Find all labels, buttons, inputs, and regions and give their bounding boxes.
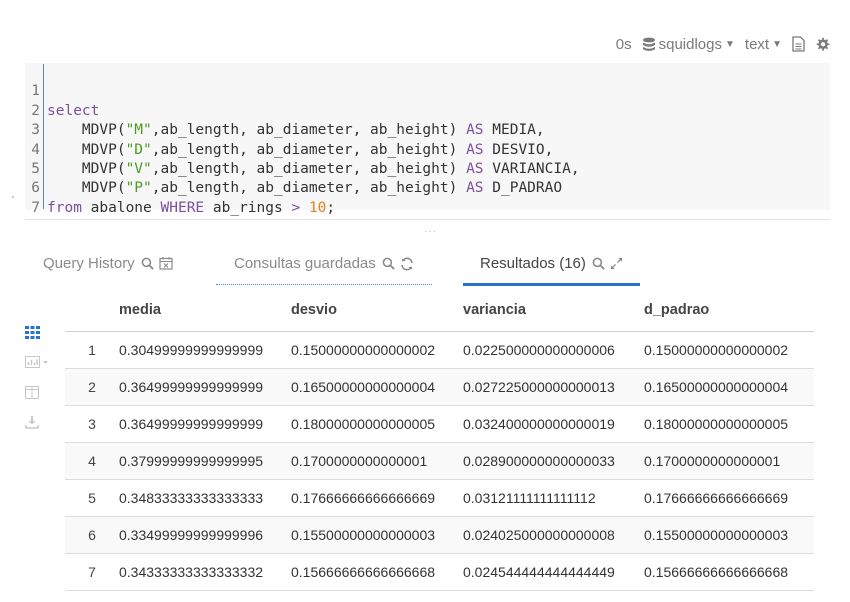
columns-icon (25, 385, 39, 399)
table-cell[interactable]: 0.18000000000000005 (291, 405, 463, 443)
row-number: 5 (65, 479, 119, 517)
table-cell[interactable]: 0.34333333333333332 (119, 553, 291, 591)
table-cell[interactable]: 0.18000000000000005 (644, 405, 814, 443)
search-icon[interactable] (141, 257, 154, 270)
chevron-down-icon: ▼ (725, 38, 735, 50)
row-number-header (65, 289, 119, 332)
table-cell[interactable]: 0.024544444444444449 (463, 553, 644, 591)
editor-divider (25, 219, 830, 220)
grid-icon (25, 325, 40, 339)
row-number: 3 (65, 405, 119, 443)
editor-line: 4 MDVP("V",ab_length, ab_diameter, ab_he… (25, 121, 830, 177)
database-name: squidlogs (658, 35, 722, 53)
download-icon (25, 415, 39, 429)
table-cell[interactable]: 0.37999999999999995 (119, 442, 291, 480)
editor-line: 1 select (25, 63, 830, 118)
row-number: 7 (65, 553, 119, 591)
table-cell[interactable]: 0.36499999999999999 (119, 368, 291, 406)
line-number: 7 (31, 199, 40, 216)
document-button[interactable] (792, 36, 805, 52)
gutter-dot (12, 196, 14, 198)
table-cell[interactable]: 0.028900000000000033 (463, 442, 644, 480)
table-cell[interactable]: 0.1700000000000001 (291, 442, 463, 480)
table-row: 3 0.36499999999999999 0.1800000000000000… (65, 405, 814, 443)
table-row: 4 0.37999999999999995 0.1700000000000001… (65, 442, 814, 480)
table-cell[interactable]: 0.17666666666666669 (291, 479, 463, 517)
table-row: 7 0.34333333333333332 0.1566666666666666… (65, 553, 814, 591)
editor-line: 5 MDVP("P",ab_length, ab_diameter, ab_he… (25, 141, 830, 196)
bar-chart-icon (25, 355, 48, 368)
table-cell[interactable]: 0.15000000000000002 (291, 331, 463, 369)
table-cell[interactable]: 0.1700000000000001 (644, 442, 814, 480)
editor-line: 3 MDVP("D",ab_length, ab_diameter, ab_he… (25, 102, 830, 157)
table-row: 2 0.36499999999999999 0.1650000000000000… (65, 368, 814, 406)
format-selector[interactable]: text ▼ (745, 36, 782, 53)
editor-line: 7 (25, 179, 830, 216)
settings-button[interactable] (815, 37, 830, 52)
document-icon (792, 36, 805, 52)
database-selector[interactable]: squidlogs ▼ (642, 36, 735, 53)
table-cell[interactable]: 0.16500000000000004 (644, 368, 814, 406)
refresh-icon[interactable] (400, 257, 414, 271)
editor-line: 6 from abalone WHERE ab_rings > 10; (25, 160, 830, 215)
resize-handle[interactable]: ··· (424, 226, 437, 237)
row-number: 6 (65, 516, 119, 554)
tab-label: Consultas guardadas (234, 255, 376, 272)
table-cell[interactable]: 0.024025000000000008 (463, 516, 644, 554)
table-cell[interactable]: 0.34833333333333333 (119, 479, 291, 517)
table-header-row: media desvio variancia d_padrao (65, 289, 814, 332)
result-tabs: Query History Consultas guardadas Result… (30, 243, 830, 287)
table-row: 6 0.33499999999999996 0.1550000000000000… (65, 516, 814, 554)
row-number: 1 (65, 331, 119, 369)
tab-results[interactable]: Resultados (16) (463, 243, 640, 286)
search-icon[interactable] (592, 257, 605, 270)
chevron-down-icon: ▼ (772, 38, 782, 50)
download-button[interactable] (25, 413, 55, 431)
table-cell[interactable]: 0.15666666666666668 (644, 553, 814, 591)
row-number: 2 (65, 368, 119, 406)
table-cell[interactable]: 0.33499999999999996 (119, 516, 291, 554)
table-row: 5 0.34833333333333333 0.1766666666666666… (65, 479, 814, 517)
table-cell[interactable]: 0.022500000000000006 (463, 331, 644, 369)
search-icon[interactable] (382, 257, 395, 270)
tab-label: Resultados (16) (480, 254, 586, 272)
grid-view-button[interactable] (25, 323, 55, 341)
column-header[interactable]: desvio (291, 289, 463, 332)
result-view-toolbar (25, 323, 55, 443)
row-number: 4 (65, 442, 119, 480)
table-cell[interactable]: 0.027225000000000013 (463, 368, 644, 406)
calendar-clear-icon[interactable] (159, 256, 173, 270)
tab-label: Query History (43, 254, 135, 272)
columns-view-button[interactable] (25, 383, 55, 401)
table-cell[interactable]: 0.30499999999999999 (119, 331, 291, 369)
table-cell[interactable]: 0.15500000000000003 (291, 516, 463, 554)
editor-line: 2 MDVP("M",ab_length, ab_diameter, ab_he… (25, 82, 830, 138)
expand-icon[interactable] (610, 257, 623, 270)
chart-view-button[interactable] (25, 353, 55, 371)
table-cell[interactable]: 0.15666666666666668 (291, 553, 463, 591)
table-cell[interactable]: 0.16500000000000004 (291, 368, 463, 406)
results-table: media desvio variancia d_padrao 1 0.3049… (65, 289, 814, 591)
table-cell[interactable]: 0.032400000000000019 (463, 405, 644, 443)
tab-query-history[interactable]: Query History (43, 243, 173, 283)
code-text: from abalone WHERE ab_rings > 10; (47, 199, 336, 216)
table-row: 1 0.30499999999999999 0.1500000000000000… (65, 331, 814, 369)
column-header[interactable]: d_padrao (644, 289, 814, 332)
column-header[interactable]: variancia (463, 289, 644, 332)
editor-toolbar: 0s squidlogs ▼ text ▼ (616, 33, 830, 55)
tab-saved-queries[interactable]: Consultas guardadas (216, 243, 432, 285)
table-cell[interactable]: 0.36499999999999999 (119, 405, 291, 443)
table-cell[interactable]: 0.03121111111111112 (463, 479, 644, 517)
database-icon (642, 37, 655, 51)
execution-time: 0s (615, 35, 632, 53)
gear-icon (816, 37, 830, 51)
column-header[interactable]: media (119, 289, 291, 332)
table-cell[interactable]: 0.15000000000000002 (644, 331, 814, 369)
table-cell[interactable]: 0.15500000000000003 (644, 516, 814, 554)
table-cell[interactable]: 0.17666666666666669 (644, 479, 814, 517)
format-name: text (744, 35, 770, 53)
sql-editor[interactable]: 1 select 2 MDVP("M",ab_length, ab_diamet… (25, 63, 830, 216)
